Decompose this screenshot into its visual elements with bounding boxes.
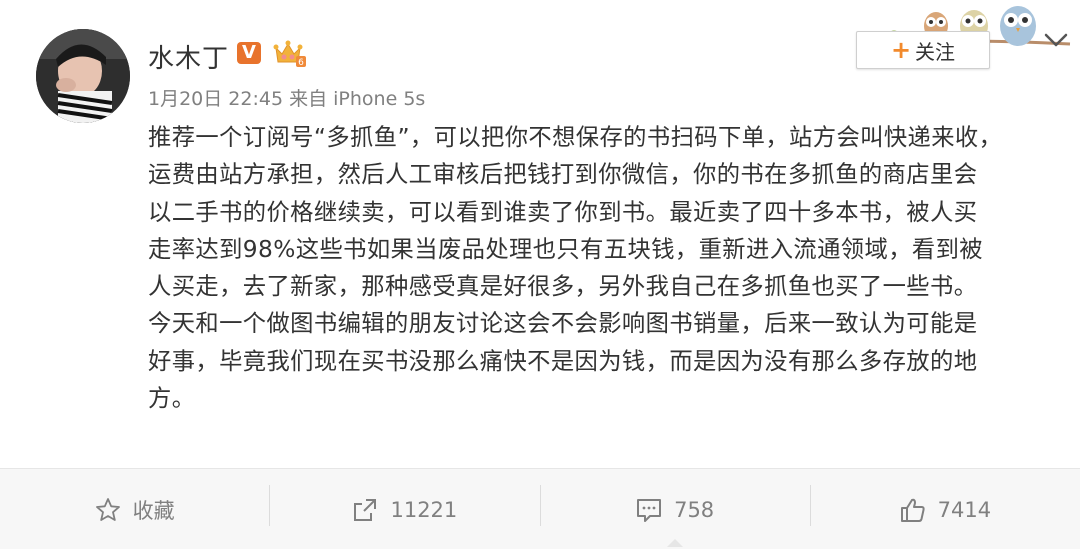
vip-crown-icon: 6: [272, 38, 306, 68]
post-meta: 1月20日 22:45 来自 iPhone 5s: [148, 88, 426, 110]
post-content: 推荐一个订阅号“多抓鱼”，可以把你不想保存的书扫码下单，站方会叫快递来收， 运费…: [148, 119, 1054, 417]
content-line: 今天和一个做图书编辑的朋友讨论这会不会影响图书销量，后来一致认为可能是: [148, 310, 978, 338]
action-bar: 收藏 11221 758 7414: [0, 468, 1080, 549]
avatar-image: [36, 29, 130, 123]
weibo-post-card: 水木丁 V 6 1月20日 22:45 来自 iPhone 5s + 关注 推荐…: [0, 0, 1080, 549]
verified-badge-icon: V: [237, 42, 261, 64]
repost-button[interactable]: 11221: [270, 469, 539, 549]
content-line: 方。: [148, 385, 196, 413]
favorite-button[interactable]: 收藏: [0, 469, 269, 549]
thumbs-up-icon: [900, 498, 925, 522]
star-icon: [95, 497, 120, 521]
comment-caret-icon: [667, 539, 684, 547]
vip-level: 6: [298, 58, 304, 68]
content-line: 人买走，去了新家，那种感受真是好很多，另外我自己在多抓鱼也买了一些书。: [148, 273, 978, 301]
content-line: 走率达到98%这些书如果当废品处理也只有五块钱，重新进入流通领域，看到被: [148, 235, 983, 263]
chevron-down-icon[interactable]: [1042, 30, 1070, 50]
follow-button[interactable]: + 关注: [856, 31, 990, 69]
comment-icon: [637, 498, 662, 522]
comment-count: 758: [674, 497, 715, 522]
comment-button[interactable]: 758: [541, 469, 810, 549]
content-line: 好事，毕竟我们现在买书没那么痛快不是因为钱，而是因为没有那么多存放的地: [148, 347, 978, 375]
user-avatar[interactable]: [36, 29, 130, 123]
follow-label: 关注: [915, 39, 956, 64]
plus-icon: +: [890, 36, 912, 64]
favorite-label: 收藏: [132, 498, 175, 523]
like-count: 7414: [937, 497, 992, 522]
content-line: 运费由站方承担，然后人工审核后把钱打到你微信，你的书在多抓鱼的商店里会: [148, 161, 978, 189]
content-line: 以二手书的价格继续卖，可以看到谁卖了你到书。最近卖了四十多本书，被人买: [148, 198, 978, 226]
content-line: 推荐一个订阅号“多抓鱼”，可以把你不想保存的书扫码下单，站方会叫快递来收，: [148, 124, 1003, 151]
repost-count: 11221: [390, 497, 458, 522]
like-button[interactable]: 7414: [811, 469, 1080, 549]
username[interactable]: 水木丁: [148, 38, 229, 75]
share-icon: [354, 498, 377, 521]
